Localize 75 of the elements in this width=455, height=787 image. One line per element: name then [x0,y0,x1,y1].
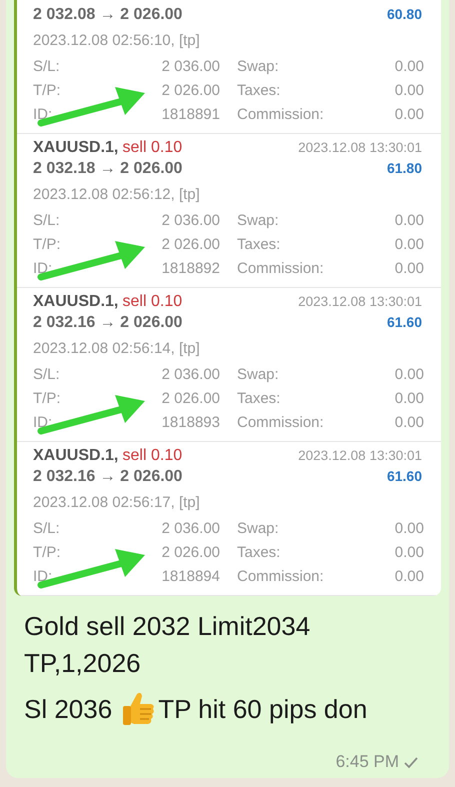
field-label: T/P: [33,389,61,409]
field-value: 2 036.00 [162,211,220,231]
field-label: Taxes: [237,389,280,409]
thumbs-up-icon [120,690,156,728]
close-time-label: 2023.12.08 13:30:01 [298,139,422,157]
message-time: 6:45 PM [336,752,399,772]
open-time-label: 2023.12.08 02:56:14, [tp] [33,340,200,357]
field-value: 1818893 [162,413,220,433]
field-label: T/P: [33,235,61,255]
open-time-label: 2023.12.08 02:56:17, [tp] [33,494,200,511]
close-time-label: 2023.12.08 13:30:01 [298,447,422,465]
field-value: 0.00 [394,365,424,385]
order-type-label: sell 0.10 [122,447,182,464]
field-value: 2 026.00 [162,235,220,255]
field-label: Swap: [237,519,279,539]
field-value: 2 026.00 [162,81,220,101]
price-label: 2 032.18 → 2 026.00 [33,159,182,179]
field-value: 0.00 [394,389,424,409]
field-value: 0.00 [394,567,424,587]
field-label: Taxes: [237,81,280,101]
price-label: 2 032.16 → 2 026.00 [33,467,182,487]
field-value: 0.00 [394,211,424,231]
profit-label: 61.80 [386,159,422,178]
field-label: Swap: [237,57,279,77]
field-label: Swap: [237,211,279,231]
field-value: 0.00 [394,57,424,77]
profit-label: 61.60 [386,313,422,332]
open-time-label: 2023.12.08 02:56:12, [tp] [33,186,200,203]
field-value: 1818891 [162,105,220,125]
symbol-label: XAUUSD.1, [33,139,118,156]
field-label: Swap: [237,365,279,385]
field-label: T/P: [33,81,61,101]
field-label: S/L: [33,57,60,77]
field-value: 0.00 [394,235,424,255]
field-label: ID: [33,259,52,279]
open-time-label: 2023.12.08 02:56:10, [tp] [33,32,200,49]
profit-label: 60.80 [386,5,422,24]
field-value: 0.00 [394,259,424,279]
field-label: Commission: [237,259,324,279]
price-label: 2 032.08 → 2 026.00 [33,5,182,25]
field-value: 2 026.00 [162,543,220,563]
field-value: 2 036.00 [162,57,220,77]
order-type-label: sell 0.10 [122,139,182,156]
field-label: S/L: [33,365,60,385]
field-value: 0.00 [394,81,424,101]
field-value: 2 026.00 [162,389,220,409]
profit-label: 61.60 [386,467,422,486]
field-label: Commission: [237,567,324,587]
message-text: Sl 2036 [24,692,112,726]
field-value: 2 036.00 [162,365,220,385]
symbol-label: XAUUSD.1, [33,293,118,310]
field-value: 0.00 [394,413,424,433]
message-text: Gold sell 2032 Limit2034 [24,611,310,641]
field-label: S/L: [33,211,60,231]
field-value: 1818894 [162,567,220,587]
message-text: TP hit 60 pips don [158,692,368,726]
price-label: 2 032.16 → 2 026.00 [33,313,182,333]
field-label: Taxes: [237,543,280,563]
order-type-label: sell 0.10 [122,293,182,310]
field-label: ID: [33,105,52,125]
field-label: ID: [33,413,52,433]
field-value: 0.00 [394,105,424,125]
field-value: 0.00 [394,519,424,539]
field-label: T/P: [33,543,61,563]
symbol-label: XAUUSD.1, [33,447,118,464]
field-label: Commission: [237,105,324,125]
field-label: Commission: [237,413,324,433]
message-text: TP,1,2026 [24,648,141,678]
close-time-label: 2023.12.08 13:30:01 [298,293,422,311]
field-label: S/L: [33,519,60,539]
field-value: 0.00 [394,543,424,563]
field-value: 1818892 [162,259,220,279]
field-label: ID: [33,567,52,587]
field-label: Taxes: [237,235,280,255]
field-value: 2 036.00 [162,519,220,539]
